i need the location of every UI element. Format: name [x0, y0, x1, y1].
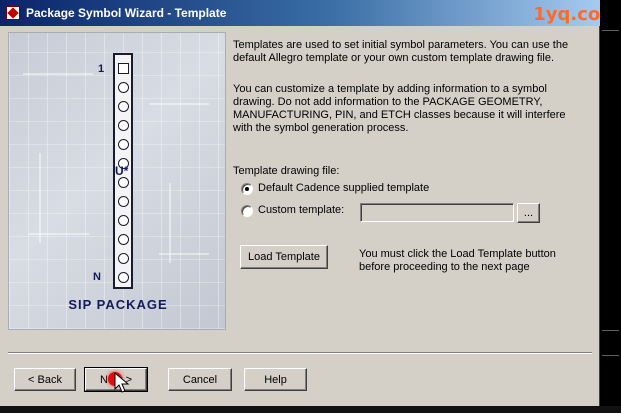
mouse-pointer-icon	[114, 372, 130, 393]
back-button[interactable]: < Back	[14, 368, 76, 391]
template-group-label: Template drawing file:	[233, 165, 340, 177]
strip-tick	[602, 330, 619, 331]
strip-tick	[602, 355, 619, 356]
default-template-radio[interactable]	[241, 183, 253, 195]
window-title: Package Symbol Wizard - Template	[26, 6, 227, 20]
circuit-trace	[29, 233, 89, 235]
background-strip	[600, 0, 621, 413]
sip-pin	[118, 120, 129, 131]
sip-pin	[118, 215, 129, 226]
wizard-window: Package Symbol Wizard - Template 1 N U* …	[0, 0, 600, 406]
load-template-note: You must click the Load Template button …	[359, 248, 556, 273]
circuit-trace	[149, 103, 209, 105]
default-template-label[interactable]: Default Cadence supplied template	[258, 182, 429, 194]
strip-tick	[602, 30, 619, 31]
load-template-button[interactable]: Load Template	[240, 245, 328, 269]
title-bar[interactable]: Package Symbol Wizard - Template	[0, 0, 600, 26]
circuit-trace	[39, 153, 41, 243]
sip-pin	[118, 234, 129, 245]
package-wizard-icon	[6, 6, 20, 20]
background-strip-bottom	[0, 406, 621, 413]
sip-pin-square	[118, 63, 129, 74]
sip-pin	[118, 177, 129, 188]
customize-text: You can customize a template by adding i…	[233, 83, 566, 134]
pin-last-label: N	[93, 271, 101, 283]
footer-divider	[8, 352, 592, 354]
sip-pin	[118, 272, 129, 283]
sip-pin	[118, 101, 129, 112]
custom-template-label[interactable]: Custom template:	[258, 204, 344, 216]
sip-pin	[118, 253, 129, 264]
component-ref-label: U*	[115, 164, 129, 178]
intro-text: Templates are used to set initial symbol…	[233, 39, 569, 64]
custom-template-path-field[interactable]	[360, 203, 514, 222]
circuit-trace	[159, 253, 209, 255]
browse-button[interactable]: ...	[517, 203, 540, 223]
radio-selected-dot	[245, 187, 249, 191]
sip-pin	[118, 139, 129, 150]
package-type-label: SIP PACKAGE	[68, 297, 168, 312]
circuit-trace	[23, 73, 93, 75]
help-button[interactable]: Help	[244, 368, 307, 391]
circuit-trace	[169, 183, 171, 263]
sip-package-illustration: 1 N U* SIP PACKAGE	[8, 32, 226, 330]
cancel-button[interactable]: Cancel	[168, 368, 232, 391]
pin-first-label: 1	[98, 63, 105, 75]
custom-template-radio[interactable]	[241, 205, 253, 217]
sip-pin	[118, 82, 129, 93]
sip-pin	[118, 196, 129, 207]
